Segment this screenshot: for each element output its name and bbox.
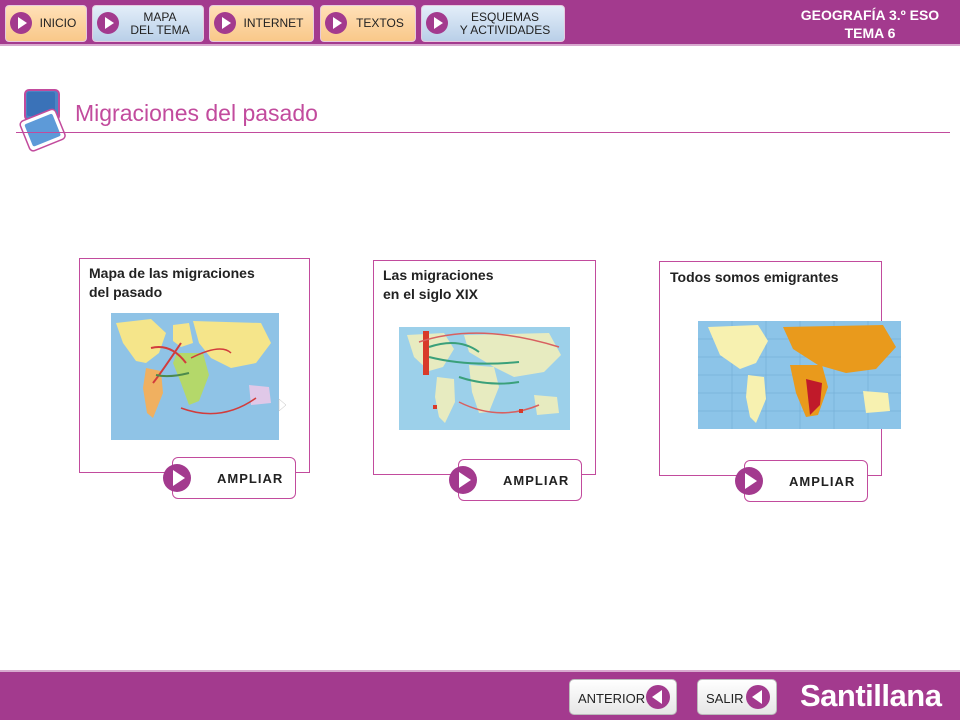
anterior-label: ANTERIOR [578,691,646,706]
play-icon [97,12,119,34]
play-icon [214,12,236,34]
anterior-button[interactable]: ANTERIOR [569,679,677,715]
world-map-icon [698,321,901,429]
nav-mapa-button[interactable]: MAPA DEL TEMA [92,5,204,42]
play-icon [10,12,32,34]
ampliar-button[interactable]: AMPLIAR [163,457,296,499]
card-title: Las migraciones en el siglo XIX [383,267,494,302]
play-icon [449,466,477,494]
back-icon [746,685,770,709]
ampliar-button[interactable]: AMPLIAR [449,459,582,501]
title-squares-icon [19,89,66,152]
nav-internet-button[interactable]: INTERNET [209,5,314,42]
subject-heading: GEOGRAFÍA 3.º ESO TEMA 6 [790,6,950,42]
card-title: Todos somos emigrantes [670,269,839,285]
play-icon [163,464,191,492]
subject-line-1: GEOGRAFÍA 3.º ESO [800,7,940,23]
title-divider [16,132,950,133]
nav-label: INICIO [39,16,77,30]
salir-label: SALIR [706,691,744,706]
nav-label: INTERNET [243,16,304,30]
nav-label: MAPA DEL TEMA [130,9,190,37]
nav-textos-button[interactable]: TEXTOS [320,5,416,42]
nav-esquemas-button[interactable]: ESQUEMAS Y ACTIVIDADES [421,5,565,42]
ampliar-label: AMPLIAR [789,474,856,489]
world-map-icon [399,327,570,430]
play-icon [426,12,448,34]
ampliar-button[interactable]: AMPLIAR [735,460,868,502]
nav-inicio-button[interactable]: INICIO [5,5,87,42]
play-icon [325,12,347,34]
brand-logo: Santillana [800,678,942,713]
subject-line-2: TEMA 6 [844,25,896,41]
play-icon [735,467,763,495]
back-icon [646,685,670,709]
nav-label: TEXTOS [356,16,404,30]
ampliar-label: AMPLIAR [217,471,284,486]
ampliar-label: AMPLIAR [503,473,570,488]
nav-label: ESQUEMAS Y ACTIVIDADES [459,9,551,37]
salir-button[interactable]: SALIR [697,679,777,715]
world-map-icon [111,313,289,440]
page-title: Migraciones del pasado [75,100,318,126]
card-title: Mapa de las migraciones del pasado [89,265,255,300]
